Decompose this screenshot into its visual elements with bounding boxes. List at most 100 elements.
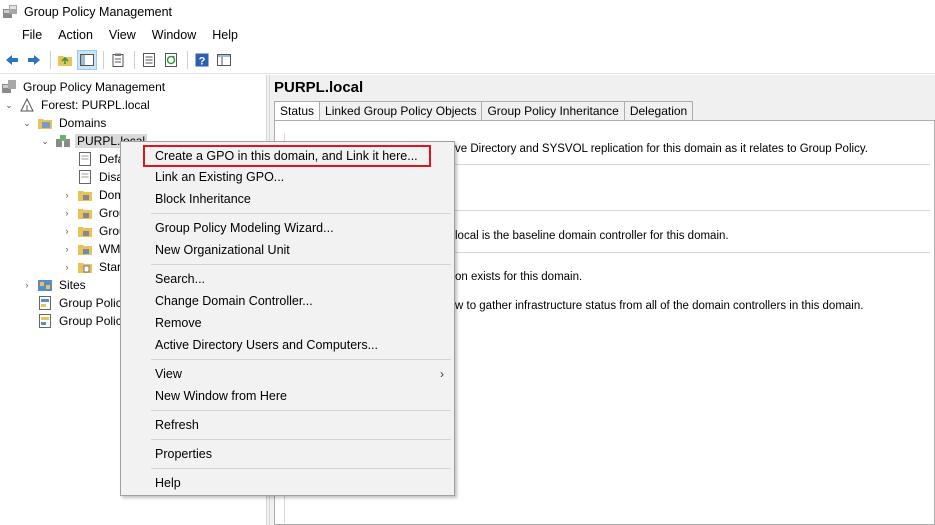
status-info-text: on exists for this domain. bbox=[455, 271, 583, 283]
expand-icon[interactable]: › bbox=[61, 261, 73, 273]
tree-item-gp-modeling[interactable]: Group Polic bbox=[37, 294, 124, 312]
sites-icon bbox=[37, 277, 53, 293]
tab-delegation[interactable]: Delegation bbox=[624, 101, 694, 121]
collapse-icon[interactable]: ⌄ bbox=[3, 99, 15, 111]
menu-separator bbox=[151, 468, 451, 469]
menu-bar: File Action View Window Help bbox=[0, 24, 935, 46]
clipboard-icon[interactable] bbox=[108, 50, 128, 70]
menu-item-change-dc[interactable]: Change Domain Controller... bbox=[121, 291, 454, 311]
expand-icon[interactable]: › bbox=[61, 207, 73, 219]
status-description: ve Directory and SYSVOL replication for … bbox=[455, 143, 868, 155]
properties-icon[interactable] bbox=[139, 50, 159, 70]
wmi-folder-icon bbox=[77, 241, 93, 257]
tree-item-gpm-root[interactable]: Group Policy Management bbox=[1, 78, 167, 96]
menu-file[interactable]: File bbox=[0, 24, 50, 46]
menu-item-refresh[interactable]: Refresh bbox=[121, 415, 454, 435]
gp-modeling-icon bbox=[37, 295, 53, 311]
forest-icon bbox=[19, 97, 35, 113]
menu-separator bbox=[151, 410, 451, 411]
show-tree-icon[interactable] bbox=[77, 49, 97, 70]
menu-separator bbox=[151, 213, 451, 214]
tree-item-child[interactable]: › WM bbox=[61, 240, 122, 258]
gp-results-icon bbox=[37, 313, 53, 329]
back-icon[interactable] bbox=[2, 50, 22, 70]
menu-help[interactable]: Help bbox=[204, 24, 246, 46]
tree-label: WM bbox=[99, 242, 121, 256]
tree-label: Sites bbox=[59, 278, 86, 292]
menu-item-new-window[interactable]: New Window from Here bbox=[121, 386, 454, 406]
menu-item-view[interactable]: View › bbox=[121, 364, 454, 384]
expand-icon[interactable]: › bbox=[61, 189, 73, 201]
tree-item-child[interactable]: › Grou bbox=[61, 222, 128, 240]
menu-view[interactable]: View bbox=[101, 24, 144, 46]
tree-label: Forest: PURPL.local bbox=[41, 98, 150, 112]
baseline-dc-text: local is the baseline domain controller … bbox=[455, 230, 729, 242]
tree-item-child[interactable]: › Grou bbox=[61, 204, 128, 222]
tree-item-child[interactable]: › Dom bbox=[61, 186, 126, 204]
menu-separator bbox=[151, 359, 451, 360]
menu-separator bbox=[151, 439, 451, 440]
up-folder-icon[interactable] bbox=[55, 50, 75, 70]
tab-gp-inheritance[interactable]: Group Policy Inheritance bbox=[482, 101, 625, 121]
expand-icon[interactable]: › bbox=[21, 279, 33, 291]
tree-item-child[interactable]: Defa bbox=[77, 150, 126, 168]
gpmc-app-icon bbox=[2, 4, 18, 20]
menu-item-link-existing-gpo[interactable]: Link an Existing GPO... bbox=[121, 167, 454, 187]
menu-item-label: View bbox=[155, 367, 182, 381]
starter-gpo-folder-icon bbox=[77, 259, 93, 275]
ou-folder-icon bbox=[77, 205, 93, 221]
gather-status-text: w to gather infrastructure status from a… bbox=[455, 300, 864, 312]
menu-action[interactable]: Action bbox=[50, 24, 101, 46]
tree-item-sites[interactable]: › Sites bbox=[21, 276, 88, 294]
help-icon[interactable]: ? bbox=[192, 50, 212, 70]
tab-linked-gpos[interactable]: Linked Group Policy Objects bbox=[320, 101, 483, 121]
window-title: Group Policy Management bbox=[24, 5, 172, 19]
tree-label: Group Policy Management bbox=[23, 80, 166, 94]
menu-item-remove[interactable]: Remove bbox=[121, 313, 454, 333]
toolbar: ? bbox=[0, 46, 935, 74]
forward-icon[interactable] bbox=[24, 50, 44, 70]
context-menu: Create a GPO in this domain, and Link it… bbox=[120, 141, 455, 496]
expand-icon[interactable]: › bbox=[61, 243, 73, 255]
section-divider bbox=[455, 252, 930, 253]
section-divider bbox=[455, 164, 930, 165]
gpmc-icon bbox=[1, 79, 17, 95]
svg-text:?: ? bbox=[199, 55, 206, 67]
tree-item-child[interactable]: Disa bbox=[77, 168, 125, 186]
toolbar-separator bbox=[187, 50, 188, 69]
domains-folder-icon bbox=[37, 115, 53, 131]
collapse-icon[interactable]: ⌄ bbox=[21, 117, 33, 129]
tree-item-domains[interactable]: ⌄ Domains bbox=[21, 114, 108, 132]
menu-item-search[interactable]: Search... bbox=[121, 269, 454, 289]
expand-icon[interactable]: › bbox=[61, 225, 73, 237]
menu-item-help[interactable]: Help bbox=[121, 473, 454, 493]
gpo-link-icon bbox=[77, 169, 93, 185]
menu-item-properties[interactable]: Properties bbox=[121, 444, 454, 464]
page-title: PURPL.local bbox=[274, 79, 364, 96]
tab-strip: Status Linked Group Policy Objects Group… bbox=[274, 101, 694, 121]
menu-item-ad-users-computers[interactable]: Active Directory Users and Computers... bbox=[121, 335, 454, 355]
gpo-link-icon bbox=[77, 151, 93, 167]
menu-item-block-inheritance[interactable]: Block Inheritance bbox=[121, 189, 454, 209]
tree-item-gp-results[interactable]: Group Polic bbox=[37, 312, 124, 330]
refresh-icon[interactable] bbox=[161, 50, 181, 70]
tree-label: Group Polic bbox=[59, 314, 122, 328]
toolbar-separator bbox=[50, 50, 51, 69]
tree-item-child[interactable]: › Start bbox=[61, 258, 126, 276]
collapse-icon[interactable]: ⌄ bbox=[39, 135, 51, 147]
menu-separator bbox=[151, 264, 451, 265]
tab-status[interactable]: Status bbox=[274, 101, 321, 121]
tree-label: Domains bbox=[59, 116, 107, 130]
ou-folder-icon bbox=[77, 223, 93, 239]
ou-folder-icon bbox=[77, 187, 93, 203]
tree-label: Group Polic bbox=[59, 296, 122, 310]
details-icon[interactable] bbox=[214, 50, 234, 70]
menu-item-new-ou[interactable]: New Organizational Unit bbox=[121, 240, 454, 260]
tree-item-forest[interactable]: ⌄ Forest: PURPL.local bbox=[3, 96, 152, 114]
menu-item-gp-modeling-wizard[interactable]: Group Policy Modeling Wizard... bbox=[121, 218, 454, 238]
menu-window[interactable]: Window bbox=[144, 24, 204, 46]
menu-item-create-gpo-link[interactable]: Create a GPO in this domain, and Link it… bbox=[143, 145, 431, 167]
toolbar-separator bbox=[103, 50, 104, 69]
submenu-arrow-icon: › bbox=[440, 367, 444, 381]
section-divider bbox=[455, 210, 930, 211]
